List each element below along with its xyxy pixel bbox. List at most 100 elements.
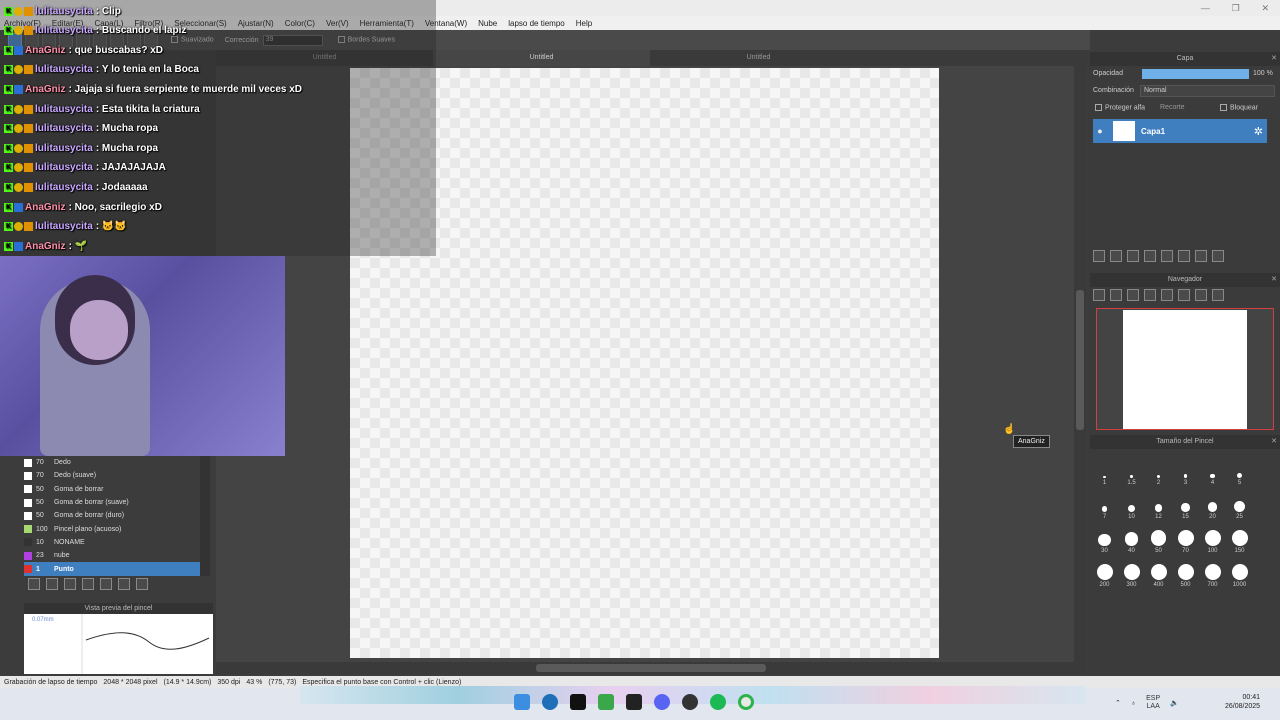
new-raster-icon[interactable] bbox=[1110, 250, 1122, 262]
brush-size-option[interactable]: 20 bbox=[1199, 486, 1226, 520]
capcut-icon[interactable] bbox=[626, 694, 642, 710]
merge-icon[interactable] bbox=[1195, 250, 1207, 262]
folder-icon[interactable] bbox=[100, 578, 112, 590]
layer-row[interactable]: ● Capa1 ✲ bbox=[1093, 119, 1267, 143]
copy-brush-icon[interactable] bbox=[82, 578, 94, 590]
brush-size-option[interactable]: 4 bbox=[1199, 452, 1226, 486]
layer-menu-icon[interactable] bbox=[1144, 250, 1156, 262]
discord-icon[interactable] bbox=[654, 694, 670, 710]
close-icon[interactable]: ✕ bbox=[1262, 3, 1270, 14]
brush-size-option[interactable]: 500 bbox=[1172, 554, 1199, 588]
brush-size-option[interactable]: 15 bbox=[1172, 486, 1199, 520]
lock-checkbox[interactable]: Bloquear bbox=[1220, 104, 1258, 111]
rotate-right-icon[interactable] bbox=[1195, 289, 1207, 301]
kick-badge-icon: K bbox=[4, 222, 13, 232]
language-label[interactable]: ESP bbox=[1146, 695, 1160, 702]
volume-icon[interactable]: 🔈 bbox=[1170, 699, 1179, 707]
close-icon[interactable]: ✕ bbox=[1271, 52, 1277, 66]
trash-icon[interactable] bbox=[136, 578, 148, 590]
new-layer-icon[interactable] bbox=[1093, 250, 1105, 262]
fit-icon[interactable] bbox=[1127, 289, 1139, 301]
lock-view-icon[interactable] bbox=[1212, 289, 1224, 301]
brush-size-option[interactable]: 30 bbox=[1091, 520, 1118, 554]
brush-size-option[interactable]: 700 bbox=[1199, 554, 1226, 588]
edge-icon[interactable] bbox=[542, 694, 558, 710]
layer-name: Capa1 bbox=[1141, 126, 1166, 136]
brush-dot-icon bbox=[1231, 564, 1248, 580]
visibility-icon[interactable]: ● bbox=[1093, 126, 1107, 136]
brush-menu-icon[interactable] bbox=[64, 578, 76, 590]
duplicate-icon[interactable] bbox=[1127, 250, 1139, 262]
spotify-icon[interactable] bbox=[710, 694, 726, 710]
chrome-icon[interactable] bbox=[738, 694, 754, 710]
opacity-slider[interactable] bbox=[1142, 69, 1249, 79]
brush-dot-icon bbox=[1101, 506, 1108, 512]
close-icon[interactable]: ✕ bbox=[1271, 435, 1277, 449]
brush-size-option[interactable]: 200 bbox=[1091, 554, 1118, 588]
brush-size-option[interactable]: 50 bbox=[1145, 520, 1172, 554]
brush-size-option[interactable]: 10 bbox=[1118, 486, 1145, 520]
brush-item[interactable]: 50 Goma de borrar (duro) bbox=[24, 509, 200, 522]
folder-app-icon[interactable] bbox=[514, 694, 530, 710]
network-icon[interactable]: ♁ bbox=[1131, 700, 1136, 707]
drawing-canvas[interactable] bbox=[350, 68, 939, 658]
protect-alpha-checkbox[interactable]: Proteger alfa bbox=[1095, 104, 1145, 111]
brush-item[interactable]: 23 nube bbox=[24, 549, 200, 562]
brush-size-option[interactable]: 70 bbox=[1172, 520, 1199, 554]
restore-icon[interactable]: ❐ bbox=[1232, 3, 1240, 14]
brush-size-option[interactable]: 3 bbox=[1172, 452, 1199, 486]
brush-size-option[interactable]: 40 bbox=[1118, 520, 1145, 554]
brush-size-option[interactable]: 100 bbox=[1199, 520, 1226, 554]
brush-size-option[interactable]: 1 bbox=[1091, 452, 1118, 486]
brush-item[interactable]: 70 Dedo bbox=[24, 456, 200, 469]
zoom-in-2-icon[interactable] bbox=[1110, 289, 1122, 301]
vertical-scroll-thumb[interactable] bbox=[1076, 290, 1084, 430]
rotate-left-icon[interactable] bbox=[1161, 289, 1173, 301]
brush-item[interactable]: 100 Pincel plano (acuoso) bbox=[24, 522, 200, 535]
brush-item[interactable]: 1 Punto bbox=[24, 562, 200, 576]
clipping-label[interactable]: Recorte bbox=[1160, 104, 1185, 111]
horizontal-scroll-thumb[interactable] bbox=[536, 664, 766, 672]
brush-dot-icon bbox=[1207, 502, 1218, 512]
brush-size-option[interactable]: 1.5 bbox=[1118, 452, 1145, 486]
new-brush-icon[interactable] bbox=[46, 578, 58, 590]
brush-item[interactable]: 50 Goma de borrar bbox=[24, 483, 200, 496]
gear-icon[interactable]: ✲ bbox=[1254, 125, 1263, 138]
add-brush-icon[interactable] bbox=[28, 578, 40, 590]
menu-item[interactable]: Nube bbox=[478, 19, 497, 28]
menu-item[interactable]: lapso de tiempo bbox=[508, 19, 564, 28]
folder-icon[interactable] bbox=[1161, 250, 1173, 262]
brush-item[interactable]: 70 Dedo (suave) bbox=[24, 469, 200, 482]
brush-size-option[interactable]: 7 bbox=[1091, 486, 1118, 520]
brush-list: 70 Dedo 70 Dedo (suave) 50 Goma de borrar 50 Go… bbox=[24, 456, 200, 576]
tab-untitled-2[interactable]: Untitled bbox=[433, 50, 650, 66]
minimize-icon[interactable]: — bbox=[1201, 3, 1210, 13]
duplicate-icon[interactable] bbox=[118, 578, 130, 590]
clock[interactable]: 00:41 26/08/2025 bbox=[1225, 693, 1260, 711]
obs-icon[interactable] bbox=[682, 694, 698, 710]
brush-item[interactable]: 50 Goma de borrar (suave) bbox=[24, 496, 200, 509]
tiktok-icon[interactable] bbox=[570, 694, 586, 710]
close-icon[interactable]: ✕ bbox=[1271, 273, 1277, 287]
tab-untitled-3[interactable]: Untitled bbox=[650, 50, 867, 66]
brush-item[interactable]: 10 NONAME bbox=[24, 536, 200, 549]
brush-size-option[interactable]: 5 bbox=[1226, 452, 1253, 486]
brush-size-option[interactable]: 2 bbox=[1145, 452, 1172, 486]
brush-size-option[interactable]: 1000 bbox=[1226, 554, 1253, 588]
brush-size-option[interactable]: 150 bbox=[1226, 520, 1253, 554]
brush-size-option[interactable]: 300 bbox=[1118, 554, 1145, 588]
trash-icon[interactable] bbox=[1212, 250, 1224, 262]
menu-item[interactable]: Help bbox=[576, 19, 592, 28]
brush-item-name: Goma de borrar (suave) bbox=[54, 499, 129, 507]
brush-size-option[interactable]: 12 bbox=[1145, 486, 1172, 520]
flip-icon[interactable] bbox=[1178, 289, 1190, 301]
brush-list-scrollbar[interactable] bbox=[200, 456, 210, 576]
copy-icon[interactable] bbox=[1178, 250, 1190, 262]
zoom-out-icon[interactable] bbox=[1144, 289, 1156, 301]
brush-size-option[interactable]: 25 bbox=[1226, 486, 1253, 520]
zoom-in-icon[interactable] bbox=[1093, 289, 1105, 301]
minecraft-icon[interactable] bbox=[598, 694, 614, 710]
blend-mode-select[interactable]: Normal bbox=[1140, 85, 1275, 97]
brush-size-option[interactable]: 400 bbox=[1145, 554, 1172, 588]
chevron-up-icon[interactable]: ⌃ bbox=[1115, 699, 1121, 707]
